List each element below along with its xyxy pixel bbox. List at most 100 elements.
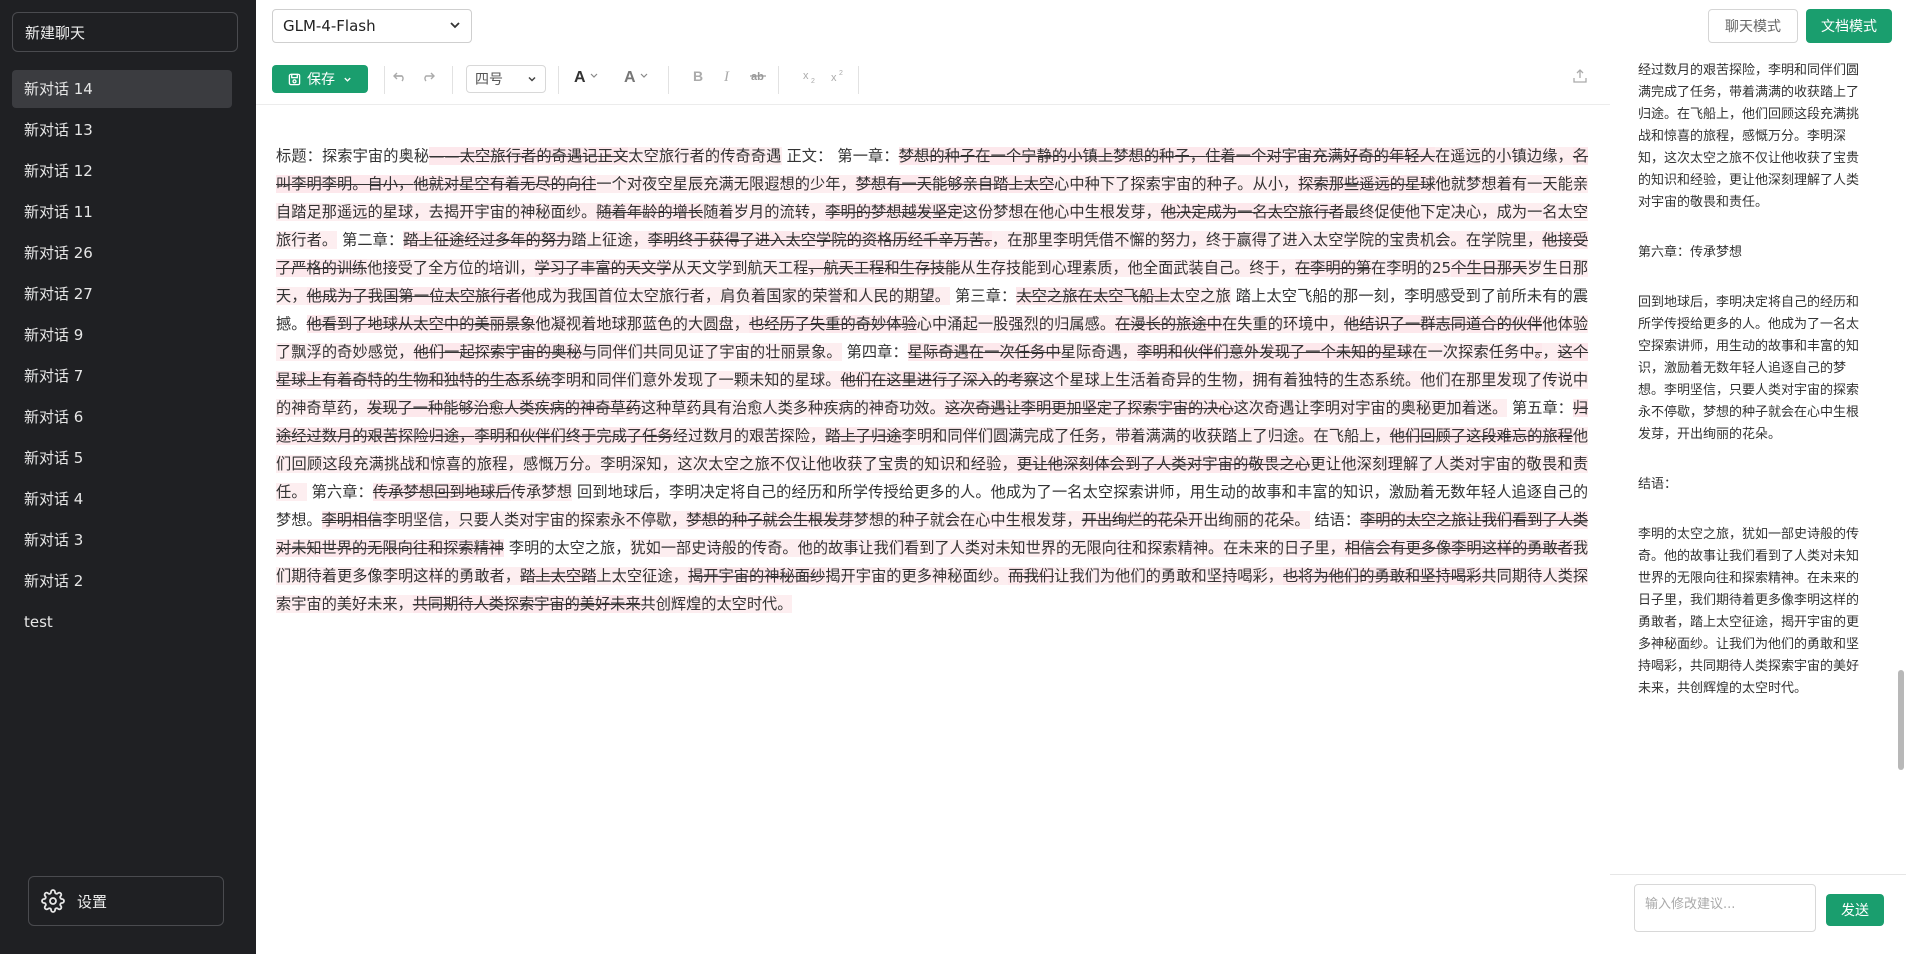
suggestion-input[interactable]: 输入修改建议... bbox=[1634, 884, 1816, 932]
inserted-text: 揭开宇宙的更多神秘面纱。 bbox=[825, 567, 1009, 585]
export-icon[interactable] bbox=[1572, 68, 1588, 88]
inserted-text: 从生存技能到心理素质，他全面武装自己。终于， bbox=[960, 259, 1295, 277]
deleted-text: 李明和伙伴们意外发现了一个未知的星球 bbox=[1137, 343, 1413, 361]
deleted-text: 探索那些遥远的星球 bbox=[1298, 175, 1436, 193]
settings-button[interactable]: 设置 bbox=[28, 876, 224, 926]
deleted-text: 他就对星空有着无尽的向往 bbox=[413, 175, 597, 193]
toolbar-divider bbox=[384, 66, 385, 94]
conversation-list: 新对话 14 新对话 13 新对话 12 新对话 11 新对话 26 新对话 27 新对话 … bbox=[12, 70, 232, 644]
inserted-text: 让我们为他们的勇敢和坚持喝彩， bbox=[1054, 567, 1283, 585]
redo-icon[interactable] bbox=[420, 68, 436, 88]
new-chat-button[interactable]: 新建聊天 bbox=[12, 12, 238, 52]
font-size-select[interactable]: 四号 bbox=[466, 65, 546, 93]
conversation-item[interactable]: 新对话 13 bbox=[12, 111, 232, 149]
inserted-text: 共创辉煌的太空时代。 bbox=[640, 595, 793, 613]
font-color-icon[interactable]: A bbox=[574, 68, 602, 88]
preview-scroll-area[interactable]: 经过数月的艰苦探险，李明和同伴们圆满完成了任务，带着满满的收获踏上了归途。在飞船… bbox=[1610, 56, 1906, 874]
inserted-text: 他接受了全方位的培训， bbox=[367, 259, 535, 277]
document-text: 李明的太空之旅， bbox=[504, 539, 631, 557]
conversation-item[interactable]: 新对话 6 bbox=[12, 398, 232, 436]
document-text: 第五章： bbox=[1507, 399, 1573, 417]
preview-paragraph: 回到地球后，李明决定将自己的经历和所学传授给更多的人。他成为了一名太空探索讲师，… bbox=[1638, 295, 1860, 442]
chevron-down-icon[interactable] bbox=[343, 75, 352, 84]
svg-text:A: A bbox=[574, 69, 586, 84]
editor-toolbar: 保存 四号 A A B I ab x 2 x 2 bbox=[256, 56, 1610, 105]
send-button[interactable]: 发送 bbox=[1826, 894, 1884, 926]
deleted-text: 踏上了归途 bbox=[825, 427, 902, 445]
svg-text:A: A bbox=[624, 69, 636, 84]
deleted-text: 传承梦想回到地球后 bbox=[372, 483, 511, 501]
conversation-item[interactable]: 新对话 27 bbox=[12, 275, 232, 313]
preview-paragraph: 结语： bbox=[1638, 477, 1678, 492]
inserted-text: 李明和同伴们圆满完成了任务，带着满满的收获踏上了归途。在飞船上， bbox=[901, 427, 1390, 445]
deleted-text: 共同期待人类探索宇宙的美好未来 bbox=[412, 595, 641, 613]
deleted-text: 个生日那天 bbox=[1451, 259, 1528, 277]
settings-label: 设置 bbox=[77, 892, 108, 911]
deleted-text: 也将为他们的勇敢和坚持喝彩 bbox=[1283, 567, 1482, 585]
document-editor: 保存 四号 A A B I ab x 2 x 2 标题：探索宇宙的奥秘——太空旅… bbox=[256, 56, 1611, 954]
inserted-text: 这次奇遇让李明对宇宙的奥秘更加着迷。 bbox=[1233, 399, 1508, 417]
model-select[interactable]: GLM-4-Flash bbox=[272, 9, 472, 43]
toolbar-divider bbox=[778, 66, 779, 94]
preview-paragraph: 经过数月的艰苦探险，李明和同伴们圆满完成了任务，带着满满的收获踏上了归途。在飞船… bbox=[1638, 63, 1860, 210]
chevron-down-icon bbox=[449, 17, 461, 35]
conversation-item[interactable]: 新对话 4 bbox=[12, 480, 232, 518]
inserted-text: 踏上征途， bbox=[571, 231, 648, 249]
subscript-icon[interactable]: x2 bbox=[802, 68, 818, 88]
conversation-item[interactable]: 新对话 5 bbox=[12, 439, 232, 477]
preview-text: 经过数月的艰苦探险，李明和同伴们圆满完成了任务，带着满满的收获踏上了归途。在飞船… bbox=[1638, 60, 1864, 728]
superscript-icon[interactable]: x2 bbox=[830, 68, 846, 88]
toolbar-divider bbox=[858, 66, 859, 94]
conversation-item[interactable]: 新对话 3 bbox=[12, 521, 232, 559]
inserted-text: 太空之旅 bbox=[1169, 287, 1231, 305]
deleted-text: 住着一个对宇宙充满好奇的年轻人 bbox=[1205, 147, 1435, 165]
save-icon bbox=[288, 73, 301, 86]
undo-icon[interactable] bbox=[392, 68, 408, 88]
document-text: 第四章： bbox=[841, 343, 908, 361]
deleted-text: 相信会有更多像李明这样的勇敢者 bbox=[1344, 539, 1573, 557]
sidebar: 新建聊天 新对话 14 新对话 13 新对话 12 新对话 11 新对话 26 新对话 2… bbox=[0, 0, 256, 954]
deleted-text: ，航天工程和生存技能 bbox=[808, 259, 961, 277]
deleted-text: 星际奇遇在一次任务中 bbox=[907, 343, 1061, 361]
bold-icon[interactable]: B bbox=[692, 68, 706, 88]
inserted-text: 随着岁月的流转， bbox=[703, 203, 826, 221]
conversation-item[interactable]: 新对话 9 bbox=[12, 316, 232, 354]
save-button[interactable]: 保存 bbox=[272, 65, 368, 93]
svg-text:x: x bbox=[803, 70, 809, 82]
deleted-text: 太空之旅在太空飞船上 bbox=[1016, 287, 1170, 305]
gear-icon bbox=[41, 889, 65, 913]
deleted-text: 发现了一种能够治愈人类疾病的神奇草药 bbox=[367, 399, 641, 417]
strikethrough-icon[interactable]: ab bbox=[750, 68, 766, 88]
toolbar-divider bbox=[452, 66, 453, 94]
doc-mode-button[interactable]: 文档模式 bbox=[1806, 9, 1892, 43]
inserted-text: 太空旅行者的传奇奇遇 bbox=[628, 147, 782, 165]
document-content[interactable]: 标题：探索宇宙的奥秘——太空旅行者的奇遇记正文太空旅行者的传奇奇遇 正文： 第一… bbox=[276, 142, 1589, 618]
conversation-item[interactable]: 新对话 7 bbox=[12, 357, 232, 395]
svg-text:B: B bbox=[693, 68, 703, 84]
inserted-text: ， bbox=[1542, 343, 1558, 361]
conversation-item[interactable]: 新对话 14 bbox=[12, 70, 232, 108]
deleted-text: 学习了丰富的天文学 bbox=[534, 259, 672, 277]
conversation-item[interactable]: 新对话 2 bbox=[12, 562, 232, 600]
inserted-text: 从天文学到航天工程 bbox=[671, 259, 809, 277]
italic-icon[interactable]: I bbox=[722, 68, 736, 88]
inserted-text: 心中种下了探索宇宙的种子。从小， bbox=[1054, 175, 1299, 193]
deleted-text: 在漫长的旅途中 bbox=[1115, 315, 1222, 333]
conversation-item[interactable]: test bbox=[12, 603, 232, 641]
chat-mode-button[interactable]: 聊天模式 bbox=[1708, 9, 1798, 43]
highlight-color-icon[interactable]: A bbox=[624, 68, 652, 88]
toolbar-divider bbox=[558, 66, 559, 94]
inserted-text: 与同伴们共同见证了宇宙的壮丽景象。 bbox=[581, 343, 842, 361]
preview-paragraph: 李明的太空之旅，犹如一部史诗般的传奇。他的故事让我们看到了人类对未知世界的无限向… bbox=[1638, 527, 1860, 696]
deleted-text: 这次奇遇让李明更加坚定了探索宇宙的决心 bbox=[944, 399, 1234, 417]
preview-scrollbar[interactable] bbox=[1898, 670, 1904, 770]
toolbar-divider bbox=[668, 66, 669, 94]
conversation-item[interactable]: 新对话 12 bbox=[12, 152, 232, 190]
inserted-text: 在遥远的小镇边缘， bbox=[1434, 147, 1573, 165]
document-text: 结语： bbox=[1309, 511, 1361, 529]
conversation-item[interactable]: 新对话 11 bbox=[12, 193, 232, 231]
preview-paragraph: 第六章：传承梦想 bbox=[1638, 245, 1743, 260]
top-bar: GLM-4-Flash 聊天模式 文档模式 bbox=[256, 0, 1906, 57]
panel-divider bbox=[1610, 874, 1906, 875]
conversation-item[interactable]: 新对话 26 bbox=[12, 234, 232, 272]
